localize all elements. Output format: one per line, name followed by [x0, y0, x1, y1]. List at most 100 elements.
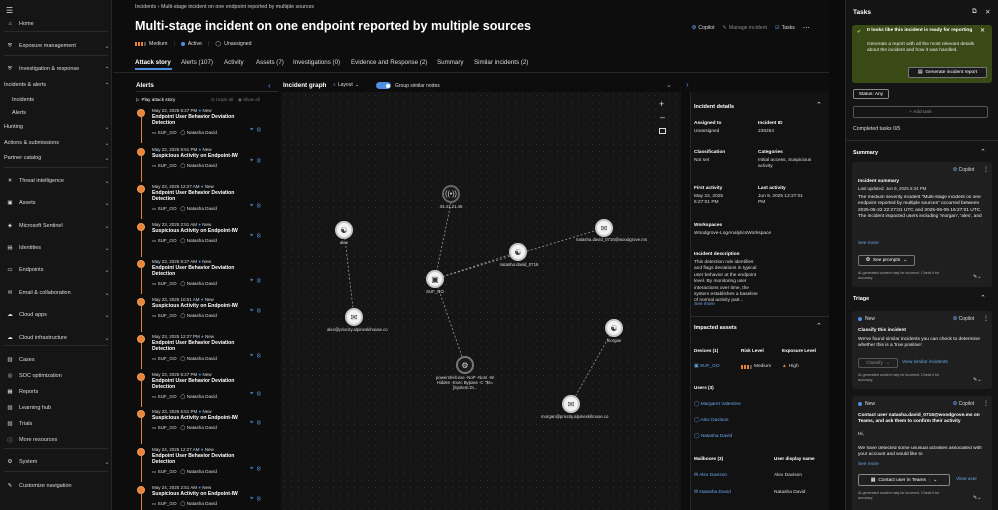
generate-report-button[interactable]: ▤ Generate incident report [908, 67, 987, 78]
close-icon[interactable]: ✕ [985, 8, 990, 16]
play-attack-story-button[interactable]: ▷ Play attack story [136, 97, 175, 103]
alert-title[interactable]: Endpoint User Behavior Deviation Detecti… [152, 378, 250, 390]
pin-icon[interactable]: ⌖ [250, 353, 253, 359]
pin-icon[interactable]: ⌖ [250, 496, 253, 502]
nav-item-cloud-apps[interactable]: ☁ Cloud apps ⌄ [0, 308, 112, 322]
eye-off-icon[interactable]: ⦻ [257, 353, 261, 359]
nav-item-trials[interactable]: ▨ Trials [0, 417, 112, 431]
nav-item-exposure-management[interactable]: ⛨ Exposure management ⌄ [0, 39, 112, 53]
see-prompts-button[interactable]: ❂ See prompts ⌄ [858, 255, 915, 266]
impacted-mailbox-link[interactable]: ✉ Natasha David [694, 490, 731, 495]
tab-activity[interactable]: Activity [224, 59, 244, 66]
pin-icon[interactable]: ⌖ [250, 127, 253, 133]
pin-icon[interactable]: ⌖ [250, 391, 253, 397]
graph-node-ip[interactable]: ((•)) [442, 185, 460, 203]
tab-similar-incidents-2[interactable]: Similar incidents (2) [474, 59, 528, 66]
pin-icon[interactable]: ⌖ [250, 233, 253, 239]
tab-alerts-107[interactable]: Alerts (107) [181, 59, 213, 66]
contact-user-teams-button[interactable]: ▦ Contact user in Teams | ⌄ [858, 474, 950, 486]
nav-item-incidents[interactable]: Incidents [0, 93, 112, 107]
summary-see-more-link[interactable]: See more [858, 241, 879, 247]
alert-item[interactable]: May 23, 2025 2:51 AM ● New Suspicious Act… [136, 221, 276, 257]
alert-title[interactable]: Suspicious Activity on Endpoint-IW [152, 303, 250, 309]
eye-off-icon[interactable]: ⦻ [257, 466, 261, 472]
alert-title[interactable]: Suspicious Activity on Endpoint-IW [152, 415, 250, 421]
more-options-icon[interactable]: ⋮ [983, 315, 989, 322]
eye-off-icon[interactable]: ⦻ [257, 158, 261, 164]
eye-off-icon[interactable]: ⦻ [257, 278, 261, 284]
feedback-icon[interactable]: ✎⌄ [973, 377, 981, 383]
alert-item[interactable]: May 22, 2025 6:51 PM ● New Suspicious Act… [136, 146, 276, 182]
zoom-out-icon[interactable]: – [660, 112, 665, 122]
tab-attack-story[interactable]: Attack story [135, 59, 171, 66]
feedback-icon[interactable]: ✎⌄ [973, 274, 981, 280]
alert-item[interactable]: May 24, 2025 2:51 AM ● New Suspicious Act… [136, 484, 276, 510]
nav-item-learning-hub[interactable]: ▧ Learning hub [0, 401, 112, 415]
alert-title[interactable]: Suspicious Activity on Endpoint-IW [152, 491, 250, 497]
contact-see-more-link[interactable]: See more [858, 462, 879, 468]
graph-node-process[interactable]: ⚙ [456, 356, 474, 374]
collapse-nav-icon[interactable]: ☰ [6, 6, 13, 15]
show-all-button[interactable]: ◉ Show all [238, 97, 260, 103]
graph-node-natasha[interactable]: ☯ [509, 243, 527, 261]
alert-item[interactable]: May 23, 2025 6:51 PM ● New Suspicious Act… [136, 408, 276, 444]
nav-item-cloud-infrastructure[interactable]: ☁ Cloud infrastructure ⌄ [0, 331, 112, 345]
add-task-button[interactable]: + Add task [853, 106, 988, 118]
chevron-up-icon[interactable]: ⌃ [816, 101, 822, 109]
details-expand-icon[interactable]: › [686, 80, 689, 89]
chevron-up-icon[interactable]: ⌃ [980, 148, 986, 156]
more-options-icon[interactable]: ⋮ [983, 166, 989, 173]
status-filter-button[interactable]: Status: Any [853, 89, 889, 99]
chevron-up-icon[interactable]: ⌃ [816, 322, 822, 330]
nav-item-email-collaboration[interactable]: ✉ Email & collaboration ⌄ [0, 286, 112, 300]
tab-evidence-and-response-2[interactable]: Evidence and Response (2) [351, 59, 427, 66]
nav-item-reports[interactable]: ▦ Reports [0, 385, 112, 399]
impacted-mailbox-link[interactable]: ✉ Alex Davison [694, 473, 727, 478]
nav-item-alerts[interactable]: Alerts [0, 106, 112, 120]
nav-item-investigation-response[interactable]: ⛨ Investigation & response ⌃ [0, 62, 112, 76]
graph-node-morgan-mail[interactable]: ✉ [562, 395, 580, 413]
eye-off-icon[interactable]: ⦻ [257, 496, 261, 502]
nav-item-incidents-alerts[interactable]: Incidents & alerts ⌃ [0, 78, 112, 92]
impacted-user-link[interactable]: ◯ Alex Davison [694, 418, 728, 423]
zoom-in-icon[interactable]: + [659, 99, 664, 109]
pin-icon[interactable]: ⌖ [250, 308, 253, 314]
alert-title[interactable]: Endpoint User Behavior Deviation Detecti… [152, 453, 250, 465]
nav-item-assets[interactable]: ▣ Assets ⌄ [0, 196, 112, 210]
alert-item[interactable]: May 23, 2025 12:27 PM ● New Endpoint User… [136, 333, 276, 369]
nav-item-home[interactable]: ⌂ Home [0, 17, 112, 31]
pin-icon[interactable]: ⌖ [250, 158, 253, 164]
nav-item-partner-catalog[interactable]: Partner catalog ⌄ [0, 151, 112, 165]
more-options-icon[interactable]: ⋮ [983, 400, 989, 407]
nav-item-endpoints[interactable]: ▭ Endpoints ⌄ [0, 263, 112, 277]
alert-title[interactable]: Endpoint User Behavior Deviation Detecti… [152, 265, 250, 277]
popout-icon[interactable]: ⧉ [972, 8, 977, 16]
view-similar-incidents-link[interactable]: View similar incidents [902, 360, 948, 366]
pin-icon[interactable]: ⌖ [250, 278, 253, 284]
impacted-user-link[interactable]: ◯ Natasha David [694, 434, 732, 439]
graph-collapse-icon[interactable]: ⌄ [666, 81, 672, 89]
alert-title[interactable]: Endpoint User Behavior Deviation Detecti… [152, 190, 250, 202]
nav-item-microsoft-sentinel[interactable]: ◈ Microsoft Sentinel ⌄ [0, 219, 112, 233]
fit-screen-icon[interactable] [659, 128, 666, 134]
tab-investigations-0[interactable]: Investigations (0) [293, 59, 340, 66]
eye-off-icon[interactable]: ⦻ [257, 308, 261, 314]
nav-item-hunting[interactable]: Hunting ⌄ [0, 120, 112, 134]
copilot-button[interactable]: ❂ Copilot [692, 25, 715, 31]
alert-title[interactable]: Endpoint User Behavior Deviation Detecti… [152, 340, 250, 352]
eye-off-icon[interactable]: ⦻ [257, 391, 261, 397]
graph-node-suf-go[interactable]: ▣ [426, 270, 444, 288]
device-suf-go-link[interactable]: ▣ SUF_GO [694, 364, 720, 369]
tab-summary[interactable]: Summary [437, 59, 463, 66]
nav-item-cases[interactable]: ▥ Cases [0, 353, 112, 367]
pin-icon[interactable]: ⌖ [250, 203, 253, 209]
graph-node-natasha-mail[interactable]: ✉ [595, 219, 613, 237]
unpin-all-button[interactable]: ⊘ Unpin all [211, 97, 233, 103]
alert-item[interactable]: May 23, 2025 6:27 PM ● New Endpoint User … [136, 371, 276, 407]
impacted-user-link[interactable]: ◯ Margaret Valentine [694, 402, 741, 407]
classify-dropdown[interactable]: Classify ⌄ [858, 358, 898, 368]
tasks-button[interactable]: ☑ Tasks [775, 25, 795, 31]
eye-off-icon[interactable]: ⦻ [257, 420, 261, 426]
graph-node-morgan[interactable]: ☯ [605, 319, 623, 337]
eye-off-icon[interactable]: ⦻ [257, 233, 261, 239]
